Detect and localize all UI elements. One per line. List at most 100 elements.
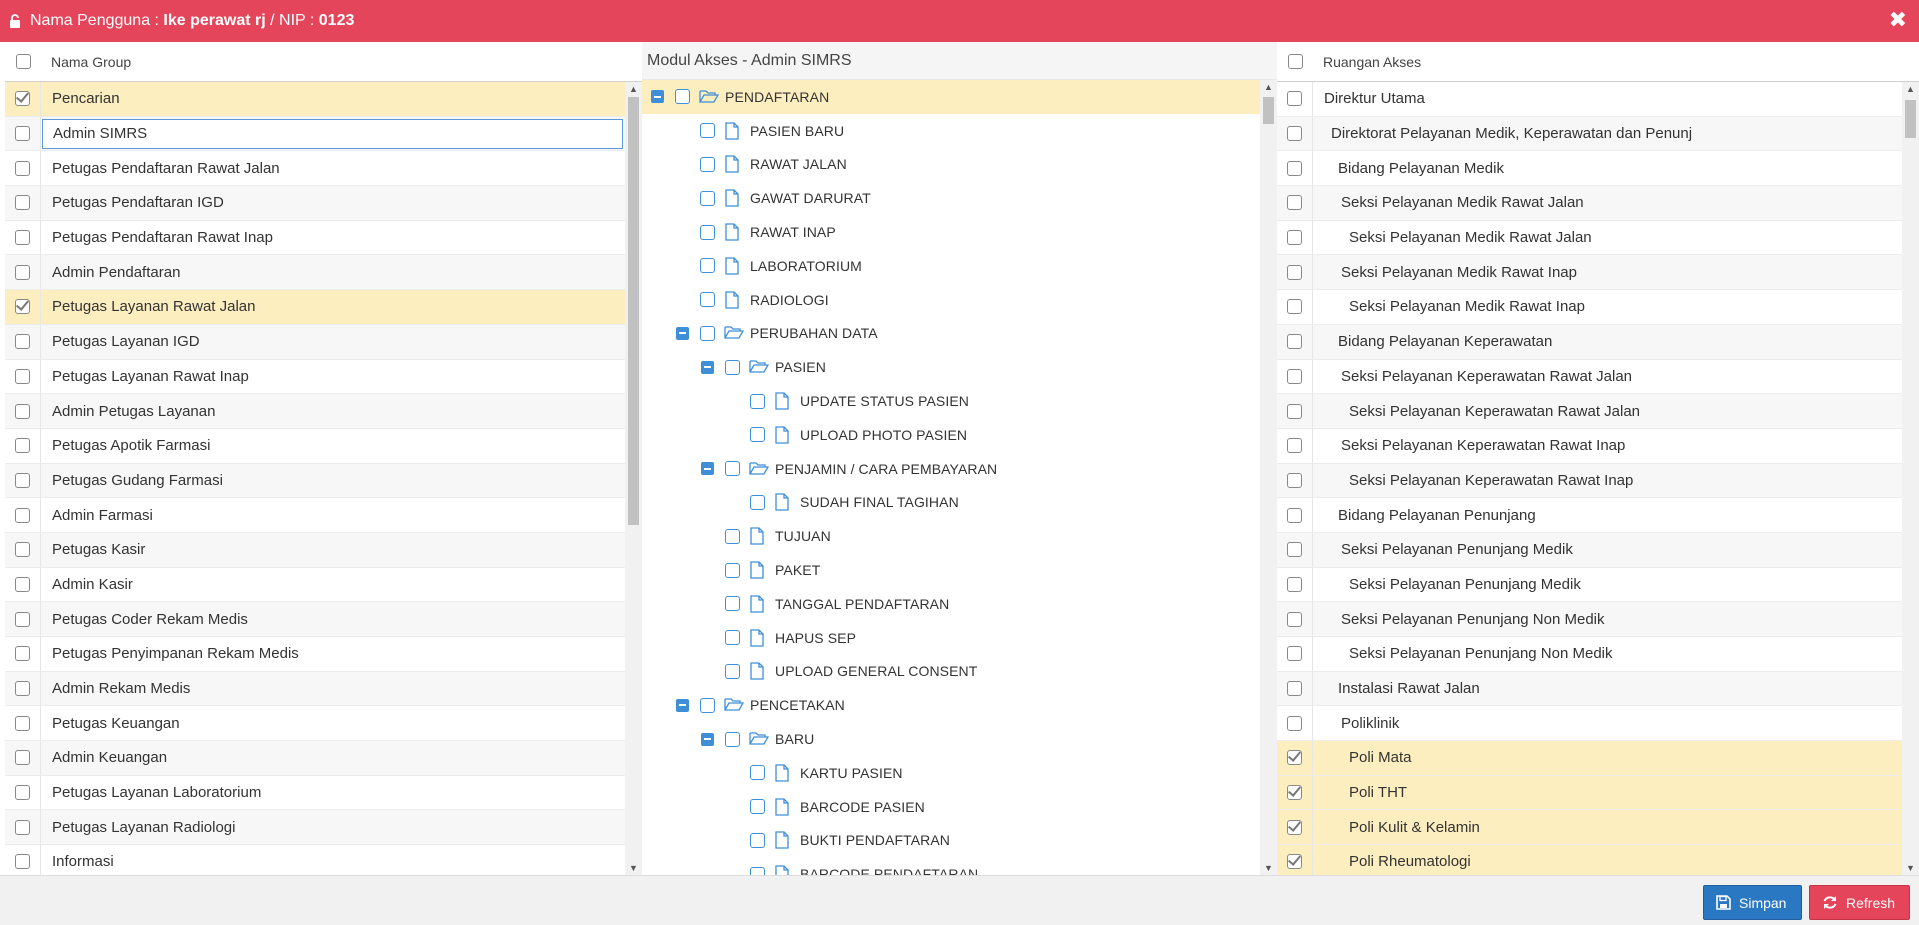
tree-checkbox[interactable] [675, 89, 690, 105]
room-row[interactable]: Direktorat Pelayanan Medik, Keperawatan … [1277, 116, 1902, 152]
room-checkbox[interactable] [1287, 160, 1302, 176]
group-row[interactable]: Petugas Pendaftaran Rawat Jalan [5, 151, 625, 187]
group-row[interactable]: Admin Petugas Layanan [5, 394, 625, 429]
room-row[interactable]: Seksi Pelayanan Medik Rawat Inap [1277, 290, 1902, 325]
tree-checkbox[interactable] [700, 325, 715, 341]
room-checkbox[interactable] [1287, 611, 1302, 627]
room-row[interactable]: Seksi Pelayanan Keperawatan Rawat Inap [1277, 463, 1902, 499]
tree-node[interactable]: UPDATE STATUS PASIEN [642, 384, 1260, 418]
room-row[interactable]: Poli Rheumatologi [1277, 845, 1902, 875]
room-row[interactable]: Seksi Pelayanan Penunjang Medik [1277, 567, 1902, 603]
group-checkbox[interactable] [15, 576, 30, 592]
tree-checkbox[interactable] [700, 697, 715, 713]
room-checkbox[interactable] [1287, 403, 1302, 419]
group-row[interactable]: Petugas Layanan IGD [5, 324, 625, 360]
tree-node[interactable]: TANGGAL PENDAFTARAN [642, 587, 1260, 621]
collapse-toggle-icon[interactable] [701, 360, 714, 374]
room-checkbox[interactable] [1287, 854, 1302, 870]
tree-node[interactable]: TUJUAN [642, 519, 1260, 553]
group-row[interactable]: Petugas Keuangan [5, 706, 625, 742]
scroll-up-icon[interactable]: ▲ [1902, 82, 1919, 96]
scroll-up-icon[interactable]: ▲ [625, 82, 642, 96]
room-checkbox[interactable] [1287, 91, 1302, 107]
scroll-thumb[interactable] [628, 97, 639, 525]
group-row[interactable]: Informasi [5, 845, 625, 875]
tree-node[interactable]: RAWAT INAP [642, 215, 1260, 249]
group-row[interactable]: Petugas Layanan Rawat Jalan [5, 290, 625, 325]
room-row[interactable]: Seksi Pelayanan Penunjang Non Medik [1277, 637, 1902, 672]
tree-checkbox[interactable] [725, 461, 740, 477]
tree-checkbox[interactable] [750, 494, 765, 510]
group-row[interactable]: Admin Pendaftaran [5, 255, 625, 291]
room-checkbox[interactable] [1287, 264, 1302, 280]
room-checkbox[interactable] [1287, 368, 1302, 384]
group-checkbox[interactable] [15, 611, 30, 627]
group-scrollbar[interactable]: ▲ ▼ [625, 82, 642, 875]
tree-checkbox[interactable] [725, 596, 740, 612]
group-checkbox[interactable] [15, 646, 30, 662]
room-checkbox[interactable] [1287, 472, 1302, 488]
room-row[interactable]: Seksi Pelayanan Medik Rawat Jalan [1277, 186, 1902, 221]
scroll-down-icon[interactable]: ▼ [625, 861, 642, 875]
tree-checkbox[interactable] [700, 224, 715, 240]
group-row[interactable]: Petugas Gudang Farmasi [5, 463, 625, 499]
tree-node[interactable]: LABORATORIUM [642, 249, 1260, 283]
tree-node[interactable]: PENCETAKAN [642, 688, 1260, 722]
tree-checkbox[interactable] [725, 630, 740, 646]
tree-checkbox[interactable] [725, 359, 740, 375]
group-checkbox[interactable] [15, 403, 30, 419]
tree-checkbox[interactable] [700, 123, 715, 139]
tree-checkbox[interactable] [725, 562, 740, 578]
tree-checkbox[interactable] [750, 427, 765, 443]
tree-node[interactable]: PASIEN BARU [642, 114, 1260, 148]
room-row[interactable]: Bidang Pelayanan Medik [1277, 151, 1902, 187]
group-row[interactable]: Admin SIMRS [5, 116, 625, 152]
group-checkbox[interactable] [15, 750, 30, 766]
group-row[interactable]: Admin Keuangan [5, 741, 625, 776]
group-row[interactable]: Petugas Penyimpanan Rekam Medis [5, 637, 625, 672]
group-row[interactable]: Petugas Layanan Rawat Inap [5, 359, 625, 395]
room-row[interactable]: Poli THT [1277, 775, 1902, 811]
tree-checkbox[interactable] [750, 832, 765, 848]
room-row[interactable]: Poli Kulit & Kelamin [1277, 810, 1902, 846]
tree-node[interactable]: GAWAT DARURAT [642, 181, 1260, 215]
scroll-down-icon[interactable]: ▼ [1902, 861, 1919, 875]
select-all-groups-checkbox[interactable] [15, 54, 31, 69]
group-checkbox[interactable] [15, 126, 30, 142]
group-row[interactable]: Petugas Coder Rekam Medis [5, 602, 625, 637]
tree-node[interactable]: BARCODE PENDAFTARAN [642, 857, 1260, 875]
tree-node[interactable]: HAPUS SEP [642, 621, 1260, 655]
room-row[interactable]: Poli Mata [1277, 741, 1902, 776]
room-checkbox[interactable] [1287, 299, 1302, 315]
group-checkbox[interactable] [15, 785, 30, 801]
tree-checkbox[interactable] [750, 866, 765, 875]
room-checkbox[interactable] [1287, 438, 1302, 454]
group-checkbox[interactable] [15, 334, 30, 350]
room-checkbox[interactable] [1287, 334, 1302, 350]
tree-checkbox[interactable] [700, 156, 715, 172]
room-checkbox[interactable] [1287, 681, 1302, 697]
room-row[interactable]: Seksi Pelayanan Keperawatan Rawat Jalan [1277, 394, 1902, 429]
room-row[interactable]: Seksi Pelayanan Medik Rawat Inap [1277, 255, 1902, 291]
room-row[interactable]: Direktur Utama [1277, 82, 1902, 117]
tree-node[interactable]: PASIEN [642, 350, 1260, 384]
tree-node[interactable]: BARU [642, 722, 1260, 756]
tree-checkbox[interactable] [750, 393, 765, 409]
room-checkbox[interactable] [1287, 126, 1302, 142]
group-row[interactable]: Petugas Pendaftaran Rawat Inap [5, 220, 625, 256]
room-row[interactable]: Seksi Pelayanan Medik Rawat Jalan [1277, 220, 1902, 256]
group-row[interactable]: Admin Kasir [5, 567, 625, 603]
room-checkbox[interactable] [1287, 819, 1302, 835]
scroll-thumb[interactable] [1263, 97, 1274, 124]
room-row[interactable]: Bidang Pelayanan Keperawatan [1277, 324, 1902, 360]
room-row[interactable]: Seksi Pelayanan Penunjang Non Medik [1277, 602, 1902, 637]
tree-node[interactable]: RADIOLOGI [642, 283, 1260, 317]
tree-node[interactable]: KARTU PASIEN [642, 756, 1260, 790]
group-row[interactable]: Petugas Apotik Farmasi [5, 428, 625, 464]
scroll-thumb[interactable] [1905, 100, 1916, 138]
group-checkbox[interactable] [15, 91, 30, 107]
group-checkbox[interactable] [15, 542, 30, 558]
tree-checkbox[interactable] [700, 292, 715, 308]
room-row[interactable]: Seksi Pelayanan Keperawatan Rawat Jalan [1277, 359, 1902, 395]
room-checkbox[interactable] [1287, 750, 1302, 766]
